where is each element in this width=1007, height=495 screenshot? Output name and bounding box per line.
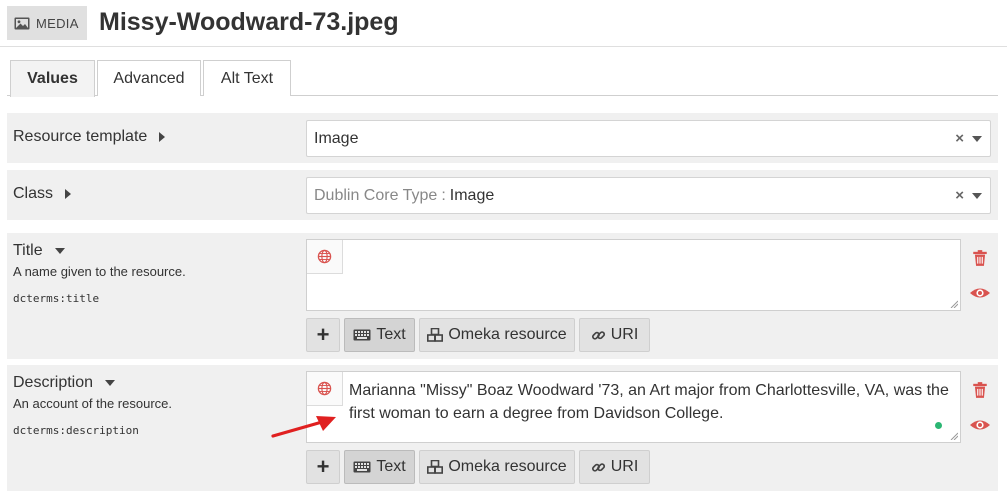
trash-icon[interactable]: [971, 249, 989, 267]
media-badge-label: MEDIA: [36, 15, 79, 31]
eye-icon[interactable]: [969, 417, 991, 433]
class-value: Image: [449, 186, 495, 204]
value-type-buttons: + Text Omeka resource URI: [306, 450, 650, 484]
value-type-buttons: + Text Omeka resource URI: [306, 318, 650, 352]
tab-alt-text[interactable]: Alt Text: [203, 60, 291, 96]
class-vocabulary-prefix: Dublin Core Type: [314, 186, 438, 204]
text-button-label: Text: [376, 326, 406, 343]
class-label[interactable]: Class: [13, 185, 72, 203]
omeka-resource-button[interactable]: Omeka resource: [419, 318, 575, 352]
globe-icon: [317, 249, 332, 264]
annotation-arrow-icon: [271, 416, 336, 438]
dropdown-arrow-icon[interactable]: [972, 136, 982, 142]
property-term: dcterms:title: [13, 292, 100, 305]
page-header: MEDIA Missy-Woodward-73.jpeg: [0, 0, 1007, 47]
property-description: An account of the resource.: [13, 396, 172, 411]
property-term: dcterms:description: [13, 424, 139, 437]
resize-handle-icon[interactable]: [950, 300, 958, 308]
uri-value-button[interactable]: URI: [579, 450, 650, 484]
tab-values[interactable]: Values: [10, 60, 95, 97]
text-value-button[interactable]: Text: [344, 450, 415, 484]
add-value-button[interactable]: +: [306, 318, 340, 352]
add-value-button[interactable]: +: [306, 450, 340, 484]
omeka-button-label: Omeka resource: [448, 326, 567, 343]
resource-template-value: Image: [314, 129, 359, 147]
caret-down-icon: [54, 248, 65, 254]
media-badge: MEDIA: [7, 6, 87, 40]
class-label-text: Class: [13, 185, 54, 202]
omeka-button-label: Omeka resource: [448, 458, 567, 475]
eye-icon[interactable]: [969, 285, 991, 301]
resource-template-select[interactable]: Image ×: [306, 120, 991, 157]
page-title: Missy-Woodward-73.jpeg: [99, 8, 399, 36]
property-label-text: Title: [13, 242, 43, 259]
resize-handle-icon[interactable]: [950, 432, 958, 440]
language-button[interactable]: [307, 240, 343, 274]
caret-right-icon: [65, 189, 72, 199]
globe-icon: [317, 381, 332, 396]
clear-icon[interactable]: ×: [955, 187, 964, 204]
trash-icon[interactable]: [971, 381, 989, 399]
text-value-button[interactable]: Text: [344, 318, 415, 352]
omeka-resource-button[interactable]: Omeka resource: [419, 450, 575, 484]
value-textarea[interactable]: Marianna "Missy" Boaz Woodward '73, an A…: [306, 371, 961, 443]
keyboard-icon: [353, 461, 371, 473]
property-row-title: Title A name given to the resource. dcte…: [7, 233, 998, 359]
uri-value-button[interactable]: URI: [579, 318, 650, 352]
text-button-label: Text: [376, 458, 406, 475]
link-icon: [591, 462, 605, 472]
cubes-icon: [427, 328, 444, 342]
caret-down-icon: [105, 380, 116, 386]
property-description: A name given to the resource.: [13, 264, 186, 279]
image-icon: [14, 17, 30, 29]
property-label-text: Description: [13, 374, 94, 391]
class-select[interactable]: Dublin Core Type : Image ×: [306, 177, 991, 214]
class-row: Class Dublin Core Type : Image ×: [7, 170, 998, 220]
class-separator: :: [441, 186, 446, 204]
caret-right-icon: [159, 132, 166, 142]
keyboard-icon: [353, 329, 371, 341]
cubes-icon: [427, 460, 444, 474]
value-text: Marianna "Missy" Boaz Woodward '73, an A…: [349, 382, 949, 422]
property-label[interactable]: Title: [13, 242, 65, 260]
property-label[interactable]: Description: [13, 374, 116, 392]
link-icon: [591, 330, 605, 340]
resource-template-label[interactable]: Resource template: [13, 128, 166, 146]
dropdown-arrow-icon[interactable]: [972, 193, 982, 199]
uri-button-label: URI: [610, 326, 639, 343]
status-dot-icon: [935, 422, 942, 429]
tab-advanced[interactable]: Advanced: [97, 60, 201, 96]
resource-template-label-text: Resource template: [13, 128, 148, 145]
value-textarea[interactable]: [306, 239, 961, 311]
resource-template-row: Resource template Image ×: [7, 113, 998, 163]
language-button[interactable]: [307, 372, 343, 406]
uri-button-label: URI: [610, 458, 639, 475]
property-row-description: Description An account of the resource. …: [7, 365, 998, 491]
section-tabs: Values Advanced Alt Text: [7, 60, 998, 97]
clear-icon[interactable]: ×: [955, 130, 964, 147]
